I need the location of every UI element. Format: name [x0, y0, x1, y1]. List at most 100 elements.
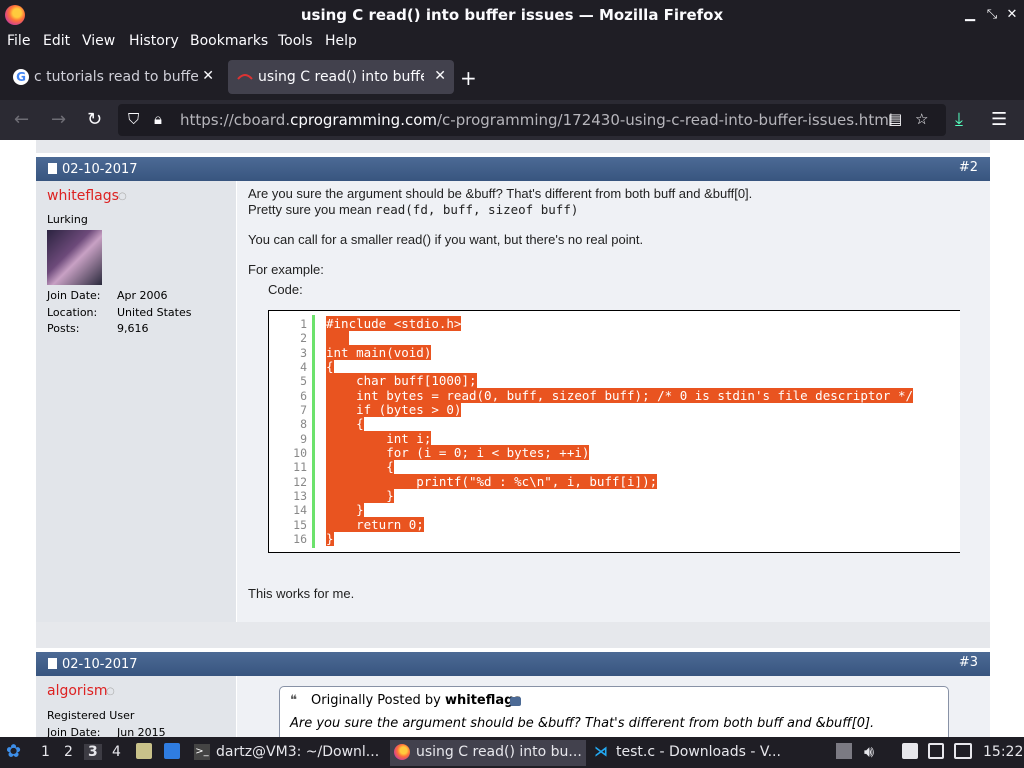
avatar[interactable] — [47, 230, 102, 285]
display-icon[interactable] — [928, 743, 944, 759]
menu-edit[interactable]: Edit — [43, 33, 70, 49]
code-text: } — [326, 502, 364, 518]
start-menu-icon[interactable]: ✿ — [6, 741, 21, 762]
tab-label: c tutorials read to buffer — [34, 69, 198, 85]
join-date-label: Join Date: — [47, 726, 101, 737]
taskbar-item-firefox[interactable]: using C read() into bu... — [390, 740, 586, 766]
post-header: 02-10-2017 #3 — [36, 652, 990, 676]
restore-icon[interactable]: ⤡ — [983, 6, 1001, 24]
close-tab-icon[interactable]: ✕ — [202, 68, 214, 84]
url-bar[interactable]: ⛉ 🔒︎ https://cboard.cprogramming.com/c-p… — [118, 104, 946, 136]
tracking-shield-icon[interactable]: ⛉ — [128, 110, 139, 128]
location-label: Location: — [47, 306, 98, 319]
post-frame-top — [36, 140, 990, 153]
new-tab-icon[interactable]: + — [460, 66, 477, 90]
code-text: for (i = 0; i < bytes; ++i) — [326, 445, 590, 461]
post-number-link[interactable]: #2 — [959, 160, 978, 175]
clipboard-icon[interactable] — [902, 743, 918, 759]
volume-icon[interactable]: 🔊︎ — [864, 742, 874, 762]
url-text[interactable]: https://cboard.cprogramming.com/c-progra… — [180, 111, 893, 129]
back-icon[interactable]: ← — [14, 109, 29, 130]
username-link[interactable]: whiteflags — [47, 188, 119, 204]
vscode-icon: ⋊ — [594, 744, 608, 760]
line-number: 14 — [293, 503, 307, 518]
code-line: } — [326, 502, 913, 518]
posts-count: 9,616 — [117, 322, 149, 335]
quote-header: Originally Posted by whiteflags — [311, 693, 521, 708]
close-window-icon[interactable]: ✕ — [1003, 6, 1021, 24]
minimize-icon[interactable]: ▁ — [961, 6, 979, 24]
message-line: Pretty sure you mean read(fd, buff, size… — [248, 202, 578, 217]
join-date-value: Apr 2006 — [117, 289, 168, 302]
file-manager-icon[interactable] — [136, 743, 152, 759]
line-number: 16 — [293, 532, 307, 547]
message-line: You can call for a smaller read() if you… — [248, 232, 644, 247]
reload-icon[interactable]: ↻ — [87, 109, 102, 130]
desktop-icon[interactable] — [164, 743, 180, 759]
firefox-icon — [394, 744, 410, 760]
code-lines[interactable]: #include <stdio.h> int main(void) { char… — [326, 316, 913, 547]
code-block[interactable]: 1 2 3 4 5 6 7 8 9 10 11 12 13 14 15 16 #… — [268, 310, 960, 553]
view-post-icon[interactable] — [510, 697, 521, 706]
code-text: if (bytes > 0) — [326, 402, 462, 418]
lock-icon[interactable]: 🔒︎ — [154, 110, 162, 128]
username-link[interactable]: algorism — [47, 683, 108, 699]
user-info-pane: whiteflags ○ Lurking Join Date: Apr 2006… — [36, 181, 236, 622]
bookmark-star-icon[interactable]: ☆ — [915, 110, 928, 128]
tab-using-c-read[interactable]: using C read() into buffer issues ✕ — [228, 60, 454, 94]
user-title: Lurking — [47, 213, 88, 226]
workspace-3[interactable]: 3 — [84, 744, 102, 760]
menu-tools[interactable]: Tools — [278, 33, 313, 49]
trash-icon[interactable] — [836, 743, 852, 759]
tab-label: using C read() into buffer issues — [258, 69, 424, 85]
close-tab-icon[interactable]: ✕ — [434, 68, 446, 84]
line-number: 8 — [300, 417, 307, 432]
reader-view-icon[interactable]: ▤ — [888, 110, 902, 128]
code-text: { — [326, 416, 364, 432]
menu-help[interactable]: Help — [325, 33, 357, 49]
join-date-label: Join Date: — [47, 289, 101, 302]
join-date-value: Jun 2015 — [117, 726, 166, 737]
taskbar-item-label: test.c - Downloads - V... — [616, 744, 781, 760]
tab-c-tutorials[interactable]: G c tutorials read to buffer ✕ — [4, 60, 222, 94]
code-line: printf("%d : %c\n", i, buff[i]); — [326, 473, 913, 489]
cboard-favicon-icon — [237, 74, 253, 80]
workspace-1[interactable]: 1 — [41, 744, 50, 760]
workspace-2[interactable]: 2 — [64, 744, 73, 760]
post-number-link[interactable]: #3 — [959, 655, 978, 670]
message-line: Are you sure the argument should be &buf… — [248, 186, 753, 201]
network-icon[interactable] — [954, 743, 972, 759]
code-label: Code: — [268, 282, 303, 297]
code-line: int i; — [326, 430, 913, 446]
code-text: return 0; — [326, 516, 424, 532]
code-line: return 0; — [326, 516, 913, 532]
downloads-icon[interactable]: ⤓ — [955, 109, 963, 130]
code-text: } — [326, 531, 334, 547]
menu-bookmarks[interactable]: Bookmarks — [190, 33, 268, 49]
user-title: Registered User — [47, 709, 135, 722]
code-gutter-bar — [312, 315, 315, 548]
app-menu-icon[interactable]: ☰ — [991, 109, 1007, 130]
line-number: 2 — [300, 331, 307, 346]
code-line: int bytes = read(0, buff, sizeof buff); … — [326, 387, 913, 403]
post-date: 02-10-2017 — [62, 162, 138, 177]
clock[interactable]: 15:22 — [983, 744, 1023, 760]
code-line: } — [326, 488, 913, 504]
post-icon — [48, 163, 57, 174]
inline-code: read(fd, buff, sizeof buff) — [375, 202, 579, 217]
taskbar-item-vscode[interactable]: ⋊ test.c - Downloads - V... — [590, 740, 786, 766]
workspace-4[interactable]: 4 — [112, 744, 121, 760]
code-line: { — [326, 416, 913, 432]
menu-history[interactable]: History — [129, 33, 179, 49]
code-text: int main(void) — [326, 344, 432, 360]
code-line: if (bytes > 0) — [326, 402, 913, 418]
post-icon — [48, 658, 57, 669]
code-text: { — [326, 459, 394, 475]
forward-icon[interactable]: → — [51, 109, 66, 130]
menu-view[interactable]: View — [82, 33, 115, 49]
code-text: printf("%d : %c\n", i, buff[i]); — [326, 473, 658, 489]
taskbar: ✿ 1 2 3 4 >_ dartz@VM3: ~/Downl... using… — [0, 737, 1024, 768]
menu-file[interactable]: File — [7, 33, 30, 49]
taskbar-item-terminal[interactable]: >_ dartz@VM3: ~/Downl... — [190, 740, 386, 766]
terminal-icon: >_ — [194, 744, 210, 760]
